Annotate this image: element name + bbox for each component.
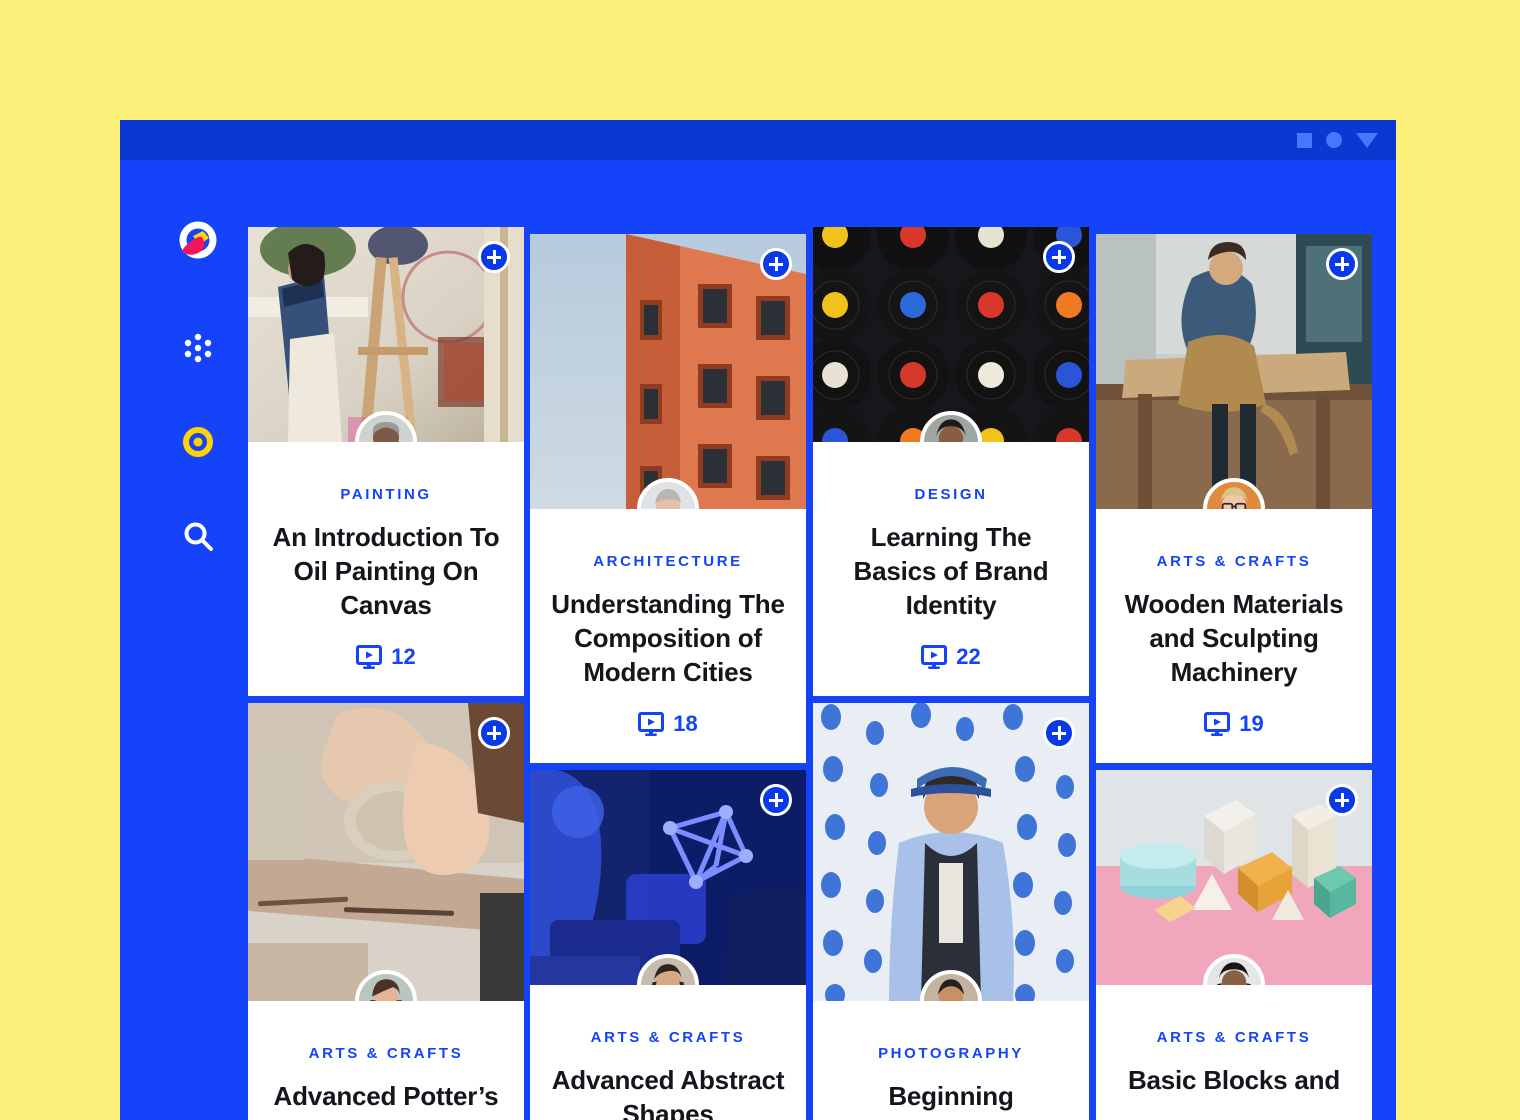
sidebar-item-search[interactable] [172,510,224,562]
card-title: Advanced Abstract Shapes [551,1065,785,1120]
card-title: An Introduction To Oil Painting On Canva… [272,522,500,620]
card-body: ARTS & CRAFTS Basic Blocks and [1096,985,1372,1120]
avatar-photo [359,974,413,1001]
video-lessons-icon [356,645,383,669]
window-body: PAINTING An Introduction To Oil Painting… [120,160,1396,1120]
course-card[interactable]: ARTS & CRAFTS Basic Blocks and [1096,770,1372,1120]
card-category: ARTS & CRAFTS [1156,1029,1312,1046]
card-category: ARTS & CRAFTS [590,1029,746,1046]
course-card[interactable]: ARTS & CRAFTS Advanced Abstract Shapes [530,770,806,1120]
video-lessons-icon [1204,712,1231,736]
card-category: ARCHITECTURE [593,553,743,570]
window-controls [1297,132,1378,148]
course-card-grid: PAINTING An Introduction To Oil Painting… [248,160,1396,1120]
add-course-button[interactable] [1326,248,1358,280]
add-course-button[interactable] [478,241,510,273]
app-window: PAINTING An Introduction To Oil Painting… [120,120,1396,1120]
video-lessons-icon [921,645,948,669]
card-body: ARTS & CRAFTS Wooden Materials and Sculp… [1096,509,1372,763]
card-lesson-count: 12 [264,644,508,670]
card-media [1096,234,1372,509]
card-title: Basic Blocks and [1127,1065,1341,1095]
card-body: DESIGN Learning The Basics of Brand Iden… [813,442,1089,696]
lesson-count-value: 12 [391,644,416,669]
card-body: PAINTING An Introduction To Oil Painting… [248,442,524,696]
card-media [530,770,806,985]
add-course-button[interactable] [478,717,510,749]
stop-square-button[interactable] [1297,132,1312,148]
app-logo-icon [179,221,217,259]
card-media [813,703,1089,1001]
card-media [248,703,524,1001]
sidebar [120,160,248,1120]
card-body: ARTS & CRAFTS Advanced Abstract Shapes [530,985,806,1120]
lesson-count-value: 22 [956,644,981,669]
grid-column-3: DESIGN Learning The Basics of Brand Iden… [813,227,1089,1120]
add-course-button[interactable] [760,784,792,816]
course-card[interactable]: ARTS & CRAFTS Advanced Potter’s Wheel [248,703,524,1120]
avatar-photo [641,958,695,985]
card-title: Advanced Potter’s Wheel [273,1081,499,1120]
dot-grid-icon [184,333,212,363]
card-category: PHOTOGRAPHY [878,1045,1024,1062]
sidebar-item-focus[interactable] [172,416,224,468]
add-course-button[interactable] [1043,717,1075,749]
target-circle-icon [183,427,213,457]
card-media [248,227,524,442]
card-lesson-count: 19 [1112,711,1356,737]
card-lesson-count: 18 [546,711,790,737]
course-card[interactable]: ARTS & CRAFTS Wooden Materials and Sculp… [1096,234,1372,763]
card-title: Wooden Materials and Sculpting Machinery [1124,589,1344,687]
card-body: PHOTOGRAPHY Beginning Portraiture [813,1001,1089,1120]
card-title: Understanding The Composition of Modern … [551,589,785,687]
card-category: PAINTING [340,486,432,503]
add-course-button[interactable] [1326,784,1358,816]
lesson-count-value: 19 [1239,711,1264,736]
course-card[interactable]: ARCHITECTURE Understanding The Compositi… [530,234,806,763]
card-category: ARTS & CRAFTS [1156,553,1312,570]
card-body: ARCHITECTURE Understanding The Compositi… [530,509,806,763]
avatar-photo [924,415,978,442]
grid-column-2: ARCHITECTURE Understanding The Compositi… [530,234,806,1120]
card-category: ARTS & CRAFTS [308,1045,464,1062]
card-title: Beginning Portraiture [886,1081,1017,1120]
course-card[interactable]: PAINTING An Introduction To Oil Painting… [248,227,524,696]
video-lessons-icon [638,712,665,736]
add-course-button[interactable] [760,248,792,280]
grid-column-1: PAINTING An Introduction To Oil Painting… [248,227,524,1120]
add-course-button[interactable] [1043,241,1075,273]
card-lesson-count: 22 [829,644,1073,670]
title-bar [120,120,1396,160]
card-category: DESIGN [914,486,988,503]
card-media [813,227,1089,442]
card-media [530,234,806,509]
card-body: ARTS & CRAFTS Advanced Potter’s Wheel [248,1001,524,1120]
course-card[interactable]: DESIGN Learning The Basics of Brand Iden… [813,227,1089,696]
card-image [813,703,1089,1001]
search-icon [184,522,213,551]
sidebar-item-logo[interactable] [172,218,224,270]
lesson-count-value: 18 [673,711,698,736]
card-image [248,703,524,1001]
dropdown-triangle-button[interactable] [1356,132,1378,148]
card-title: Learning The Basics of Brand Identity [853,522,1049,620]
avatar-photo [924,974,978,1001]
record-circle-button[interactable] [1326,132,1342,148]
card-media [1096,770,1372,985]
course-card[interactable]: PHOTOGRAPHY Beginning Portraiture [813,703,1089,1120]
avatar-photo [641,482,695,509]
sidebar-item-browse[interactable] [172,322,224,374]
grid-column-4: ARTS & CRAFTS Wooden Materials and Sculp… [1096,234,1372,1120]
avatar-photo [1207,482,1261,509]
avatar-photo [1207,958,1261,985]
avatar-photo [359,415,413,442]
